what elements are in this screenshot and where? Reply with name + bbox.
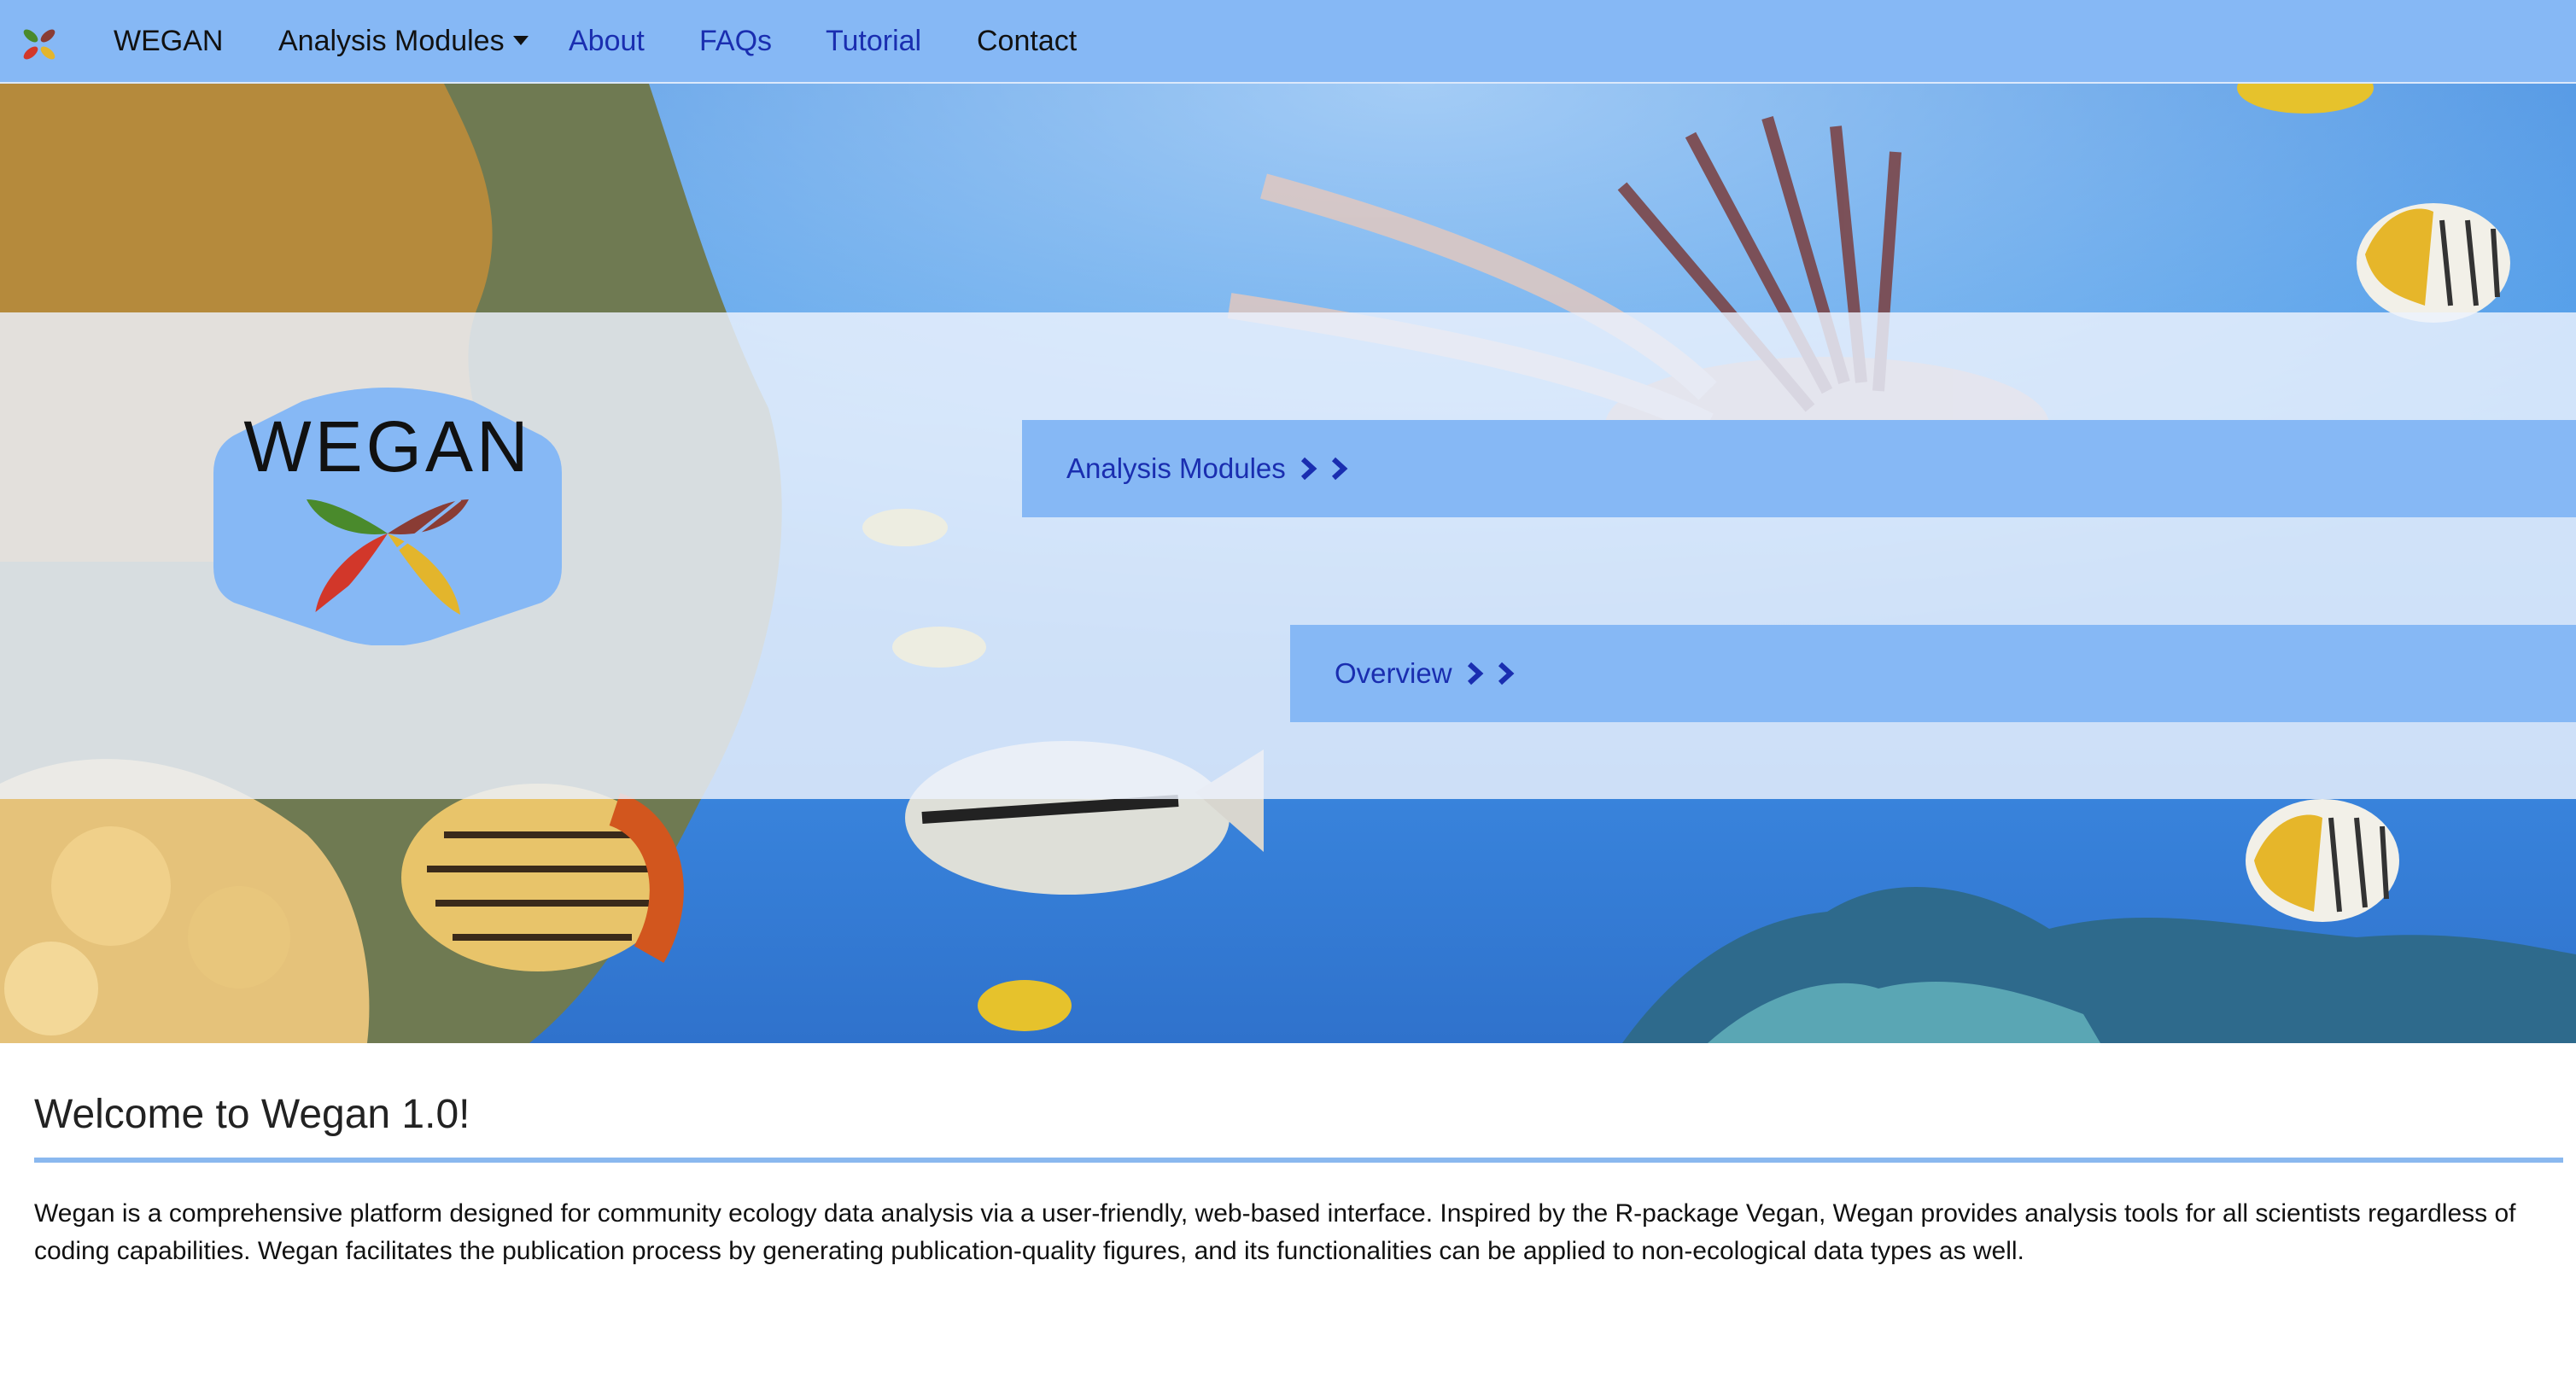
analysis-modules-button-label: Analysis Modules [1066,452,1286,484]
caret-down-icon [512,36,529,45]
analysis-modules-dropdown[interactable]: Analysis Modules [278,22,529,60]
intro-paragraph: Wegan is a comprehensive platform design… [34,1199,2516,1265]
nav-tutorial[interactable]: Tutorial [826,22,921,60]
overview-button-label: Overview [1335,657,1452,689]
leaf-cluster-icon[interactable] [20,26,58,63]
logo-wordmark: WEGAN [243,406,531,487]
page-title: Welcome to Wegan 1.0! [34,1092,470,1137]
title-divider [34,1158,2563,1163]
chevron-right-icon [1498,662,1514,685]
brand-link[interactable]: WEGAN [114,22,223,60]
hero-banner: WEGAN Analysis Modules Overview [0,84,2576,1043]
top-navbar: WEGAN Analysis Modules About FAQs Tutori… [0,0,2576,84]
overview-button[interactable]: Overview [1290,625,2576,722]
nav-contact[interactable]: Contact [977,22,1077,60]
chevron-right-icon [1300,457,1317,481]
chevron-right-icon [1467,662,1483,685]
chevron-right-icon [1331,457,1348,481]
nav-faqs[interactable]: FAQs [699,22,772,60]
wegan-logo[interactable]: WEGAN [213,384,562,645]
analysis-modules-label: Analysis Modules [278,25,505,57]
fish [2357,203,2510,323]
nav-about[interactable]: About [569,22,645,60]
analysis-modules-button[interactable]: Analysis Modules [1022,420,2576,517]
